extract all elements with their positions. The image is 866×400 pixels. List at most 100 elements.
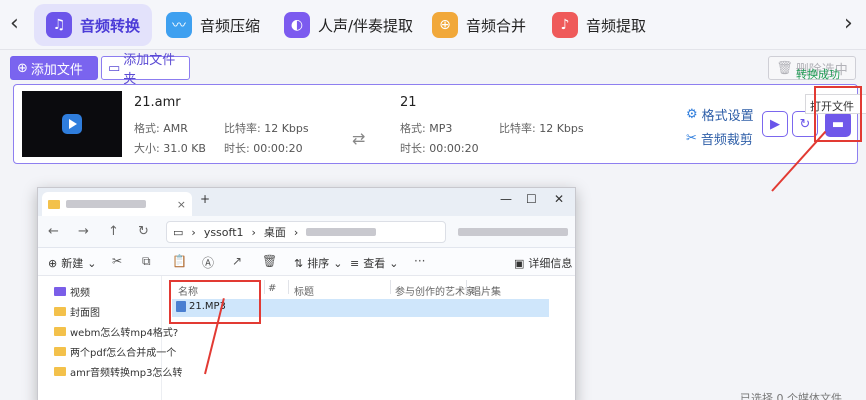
tab-vocal-extract[interactable]: ◐ 人声/伴奏提取 bbox=[272, 4, 425, 46]
tab-label: 音频提取 bbox=[586, 16, 647, 35]
merge-icon: ⊕ bbox=[432, 12, 458, 38]
explorer-tab[interactable]: × bbox=[42, 192, 192, 216]
source-size: 大小: 31.0 KB bbox=[134, 142, 206, 155]
source-file-name: 21.amr bbox=[134, 95, 181, 110]
address-segment[interactable]: 桌面 bbox=[264, 224, 286, 240]
waveform-icon: 〰 bbox=[166, 12, 192, 38]
column-header-title[interactable]: 标题 bbox=[294, 283, 314, 298]
audio-trim-link[interactable]: ✂ 音频裁剪 bbox=[686, 129, 753, 148]
shuffle-arrows-icon: ⇄ bbox=[352, 129, 366, 148]
sidebar-item-label: webm怎么转mp4格式? bbox=[70, 328, 179, 339]
target-duration: 时长: 00:00:20 bbox=[400, 142, 479, 155]
refresh-icon: ↻ bbox=[799, 116, 811, 132]
mic-icon: ♪ bbox=[552, 12, 578, 38]
view-button[interactable]: ≡ 查看 ⌄ bbox=[350, 255, 398, 271]
details-pane-icon: ▣ bbox=[514, 256, 525, 270]
column-separator bbox=[288, 280, 289, 294]
folder-icon bbox=[54, 367, 66, 376]
target-file-name[interactable]: 21 bbox=[400, 95, 417, 110]
chevron-icon: › bbox=[251, 225, 256, 239]
folder-icon bbox=[54, 307, 66, 316]
tab-audio-convert[interactable]: ♫ 音频转换 bbox=[34, 4, 153, 46]
sidebar-item-videos[interactable]: 视频 bbox=[54, 284, 90, 299]
maximize-icon[interactable]: ☐ bbox=[526, 192, 537, 206]
column-header-album[interactable]: 唱片集 bbox=[471, 283, 501, 298]
refresh-icon[interactable]: ↻ bbox=[138, 224, 149, 239]
folder-icon bbox=[54, 327, 66, 336]
tab-audio-extract[interactable]: ♪ 音频提取 bbox=[540, 4, 658, 46]
sidebar-item-amr[interactable]: amr音频转换mp3怎么转 bbox=[54, 364, 182, 379]
add-folder-button[interactable]: ▭ 添加文件夹 bbox=[101, 53, 190, 87]
play-button[interactable]: ▶ bbox=[762, 111, 788, 137]
chevron-icon: › bbox=[191, 225, 196, 239]
sidebar-item-pdf[interactable]: 两个pdf怎么合并成一个 bbox=[54, 344, 176, 359]
highlight-box-file bbox=[169, 280, 261, 324]
view-label: 查看 bbox=[363, 257, 386, 270]
explorer-nav-bar: ← → ↑ ↻ ▭ › yssoft1 › 桌面 › bbox=[38, 216, 575, 248]
back-icon[interactable]: ← bbox=[48, 224, 59, 239]
paste-icon[interactable]: 📋 bbox=[172, 254, 187, 268]
chevron-down-icon: ⌄ bbox=[87, 256, 97, 270]
folder-icon: ▭ bbox=[108, 60, 121, 76]
tab-audio-compress[interactable]: 〰 音频压缩 bbox=[154, 4, 272, 46]
explorer-command-bar: ⊕ 新建 ⌄ ✂ ⧉ 📋 Ⓐ ↗ 🗑 ⇅ 排序 ⌄ ≡ 查看 ⌄ ··· ▣ 详… bbox=[38, 248, 575, 276]
format-settings-link[interactable]: ⚙ 格式设置 bbox=[686, 105, 754, 124]
back-arrow-icon[interactable]: ‹ bbox=[10, 12, 28, 36]
cut-icon[interactable]: ✂ bbox=[112, 254, 122, 268]
chevron-icon: › bbox=[293, 225, 299, 239]
blurred-tab-title bbox=[66, 200, 146, 208]
address-bar[interactable]: ▭ › yssoft1 › 桌面 › bbox=[166, 221, 446, 243]
sidebar-item-label: 两个pdf怎么合并成一个 bbox=[70, 348, 177, 359]
column-header-artist[interactable]: 参与创作的艺术家 bbox=[395, 283, 475, 298]
folder-icon bbox=[54, 347, 66, 356]
column-header-number[interactable]: # bbox=[268, 283, 276, 294]
target-format: 格式: MP3 bbox=[400, 122, 453, 135]
status-bar-text: 已选择 0 个媒体文件 bbox=[740, 392, 842, 400]
video-folder-icon bbox=[54, 287, 66, 296]
sidebar-item-label: 封面图 bbox=[70, 308, 100, 319]
tab-bar: ‹ ♫ 音频转换 〰 音频压缩 ◐ 人声/伴奏提取 ⊕ 音频合并 ♪ 音频提取 … bbox=[0, 0, 866, 50]
new-button[interactable]: ⊕ 新建 ⌄ bbox=[48, 255, 96, 271]
plus-circle-icon: ⊕ bbox=[48, 256, 58, 270]
more-icon[interactable]: ··· bbox=[414, 254, 425, 268]
headphones-icon: ♫ bbox=[46, 12, 72, 38]
close-tab-icon[interactable]: × bbox=[177, 198, 186, 211]
add-folder-label: 添加文件夹 bbox=[123, 53, 176, 87]
column-separator bbox=[390, 280, 391, 294]
file-card[interactable]: 21.amr 格式: AMR 比特率: 12 Kbps 大小: 31.0 KB … bbox=[13, 84, 858, 164]
address-segment[interactable]: yssoft1 bbox=[204, 226, 244, 239]
sidebar-item-cover[interactable]: 封面图 bbox=[54, 304, 100, 319]
minimize-icon[interactable]: — bbox=[500, 192, 512, 206]
delete-icon[interactable]: 🗑 bbox=[262, 254, 277, 268]
tab-label: 音频压缩 bbox=[200, 16, 261, 35]
play-icon: ▶ bbox=[770, 116, 780, 132]
sidebar-item-webm[interactable]: webm怎么转mp4格式? bbox=[54, 324, 178, 339]
tab-audio-merge[interactable]: ⊕ 音频合并 bbox=[420, 4, 538, 46]
forward-icon[interactable]: → bbox=[78, 224, 89, 239]
forward-arrow-icon[interactable]: › bbox=[844, 12, 862, 36]
sort-icon: ⇅ bbox=[294, 256, 304, 270]
add-file-button[interactable]: ⊕ 添加文件 bbox=[10, 56, 98, 80]
details-button[interactable]: ▣ 详细信息 bbox=[514, 255, 572, 271]
source-bitrate: 比特率: 12 Kbps bbox=[224, 122, 309, 135]
file-explorer-window: × + — ☐ ✕ ← → ↑ ↻ ▭ › yssoft1 › 桌面 › ⊕ 新… bbox=[37, 187, 576, 400]
tab-label: 音频合并 bbox=[466, 16, 527, 35]
share-icon[interactable]: ↗ bbox=[232, 254, 242, 268]
scissors-icon: ✂ bbox=[686, 131, 697, 146]
target-bitrate: 比特率: 12 Kbps bbox=[499, 122, 584, 135]
status-success: 转换成功 bbox=[796, 68, 840, 81]
audio-trim-label: 音频裁剪 bbox=[700, 133, 753, 148]
rename-icon[interactable]: Ⓐ bbox=[202, 254, 214, 271]
trash-icon: 🗑 bbox=[776, 60, 793, 76]
new-tab-button[interactable]: + bbox=[200, 192, 210, 206]
blurred-search-box[interactable] bbox=[458, 228, 568, 236]
sort-button[interactable]: ⇅ 排序 ⌄ bbox=[294, 255, 342, 271]
wave-extract-icon: ◐ bbox=[284, 12, 310, 38]
tab-label: 音频转换 bbox=[80, 16, 141, 35]
source-format: 格式: AMR bbox=[134, 122, 188, 135]
copy-icon[interactable]: ⧉ bbox=[142, 254, 151, 269]
format-settings-label: 格式设置 bbox=[701, 109, 754, 124]
tab-label: 人声/伴奏提取 bbox=[318, 16, 414, 35]
up-icon[interactable]: ↑ bbox=[108, 224, 119, 239]
close-window-icon[interactable]: ✕ bbox=[554, 192, 564, 206]
